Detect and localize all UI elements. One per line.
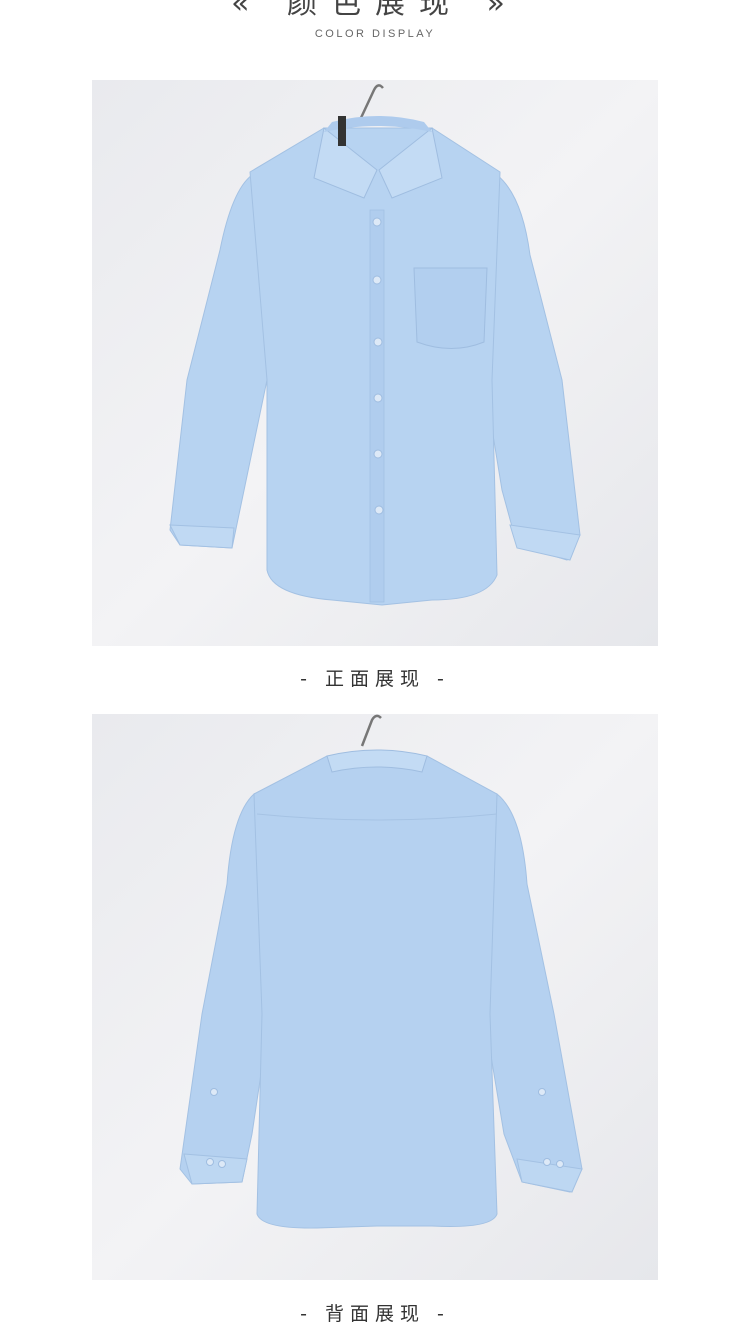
shirt-front-illustration bbox=[169, 84, 581, 606]
shirt-front-photo bbox=[92, 80, 658, 646]
front-view-caption: - 正面展现 - bbox=[300, 668, 450, 690]
hanger-hook bbox=[360, 714, 382, 747]
section-title: « 颜色展现 » bbox=[231, 0, 519, 21]
shirt-back-photo bbox=[92, 714, 658, 1280]
hanger-hook bbox=[358, 84, 384, 121]
section-subtitle: COLOR DISPLAY bbox=[314, 28, 436, 40]
chest-pocket bbox=[413, 267, 488, 349]
label-tag bbox=[338, 116, 346, 146]
back-view-caption: - 背面展现 - bbox=[300, 1303, 450, 1325]
shirt-back-illustration bbox=[179, 714, 583, 1229]
